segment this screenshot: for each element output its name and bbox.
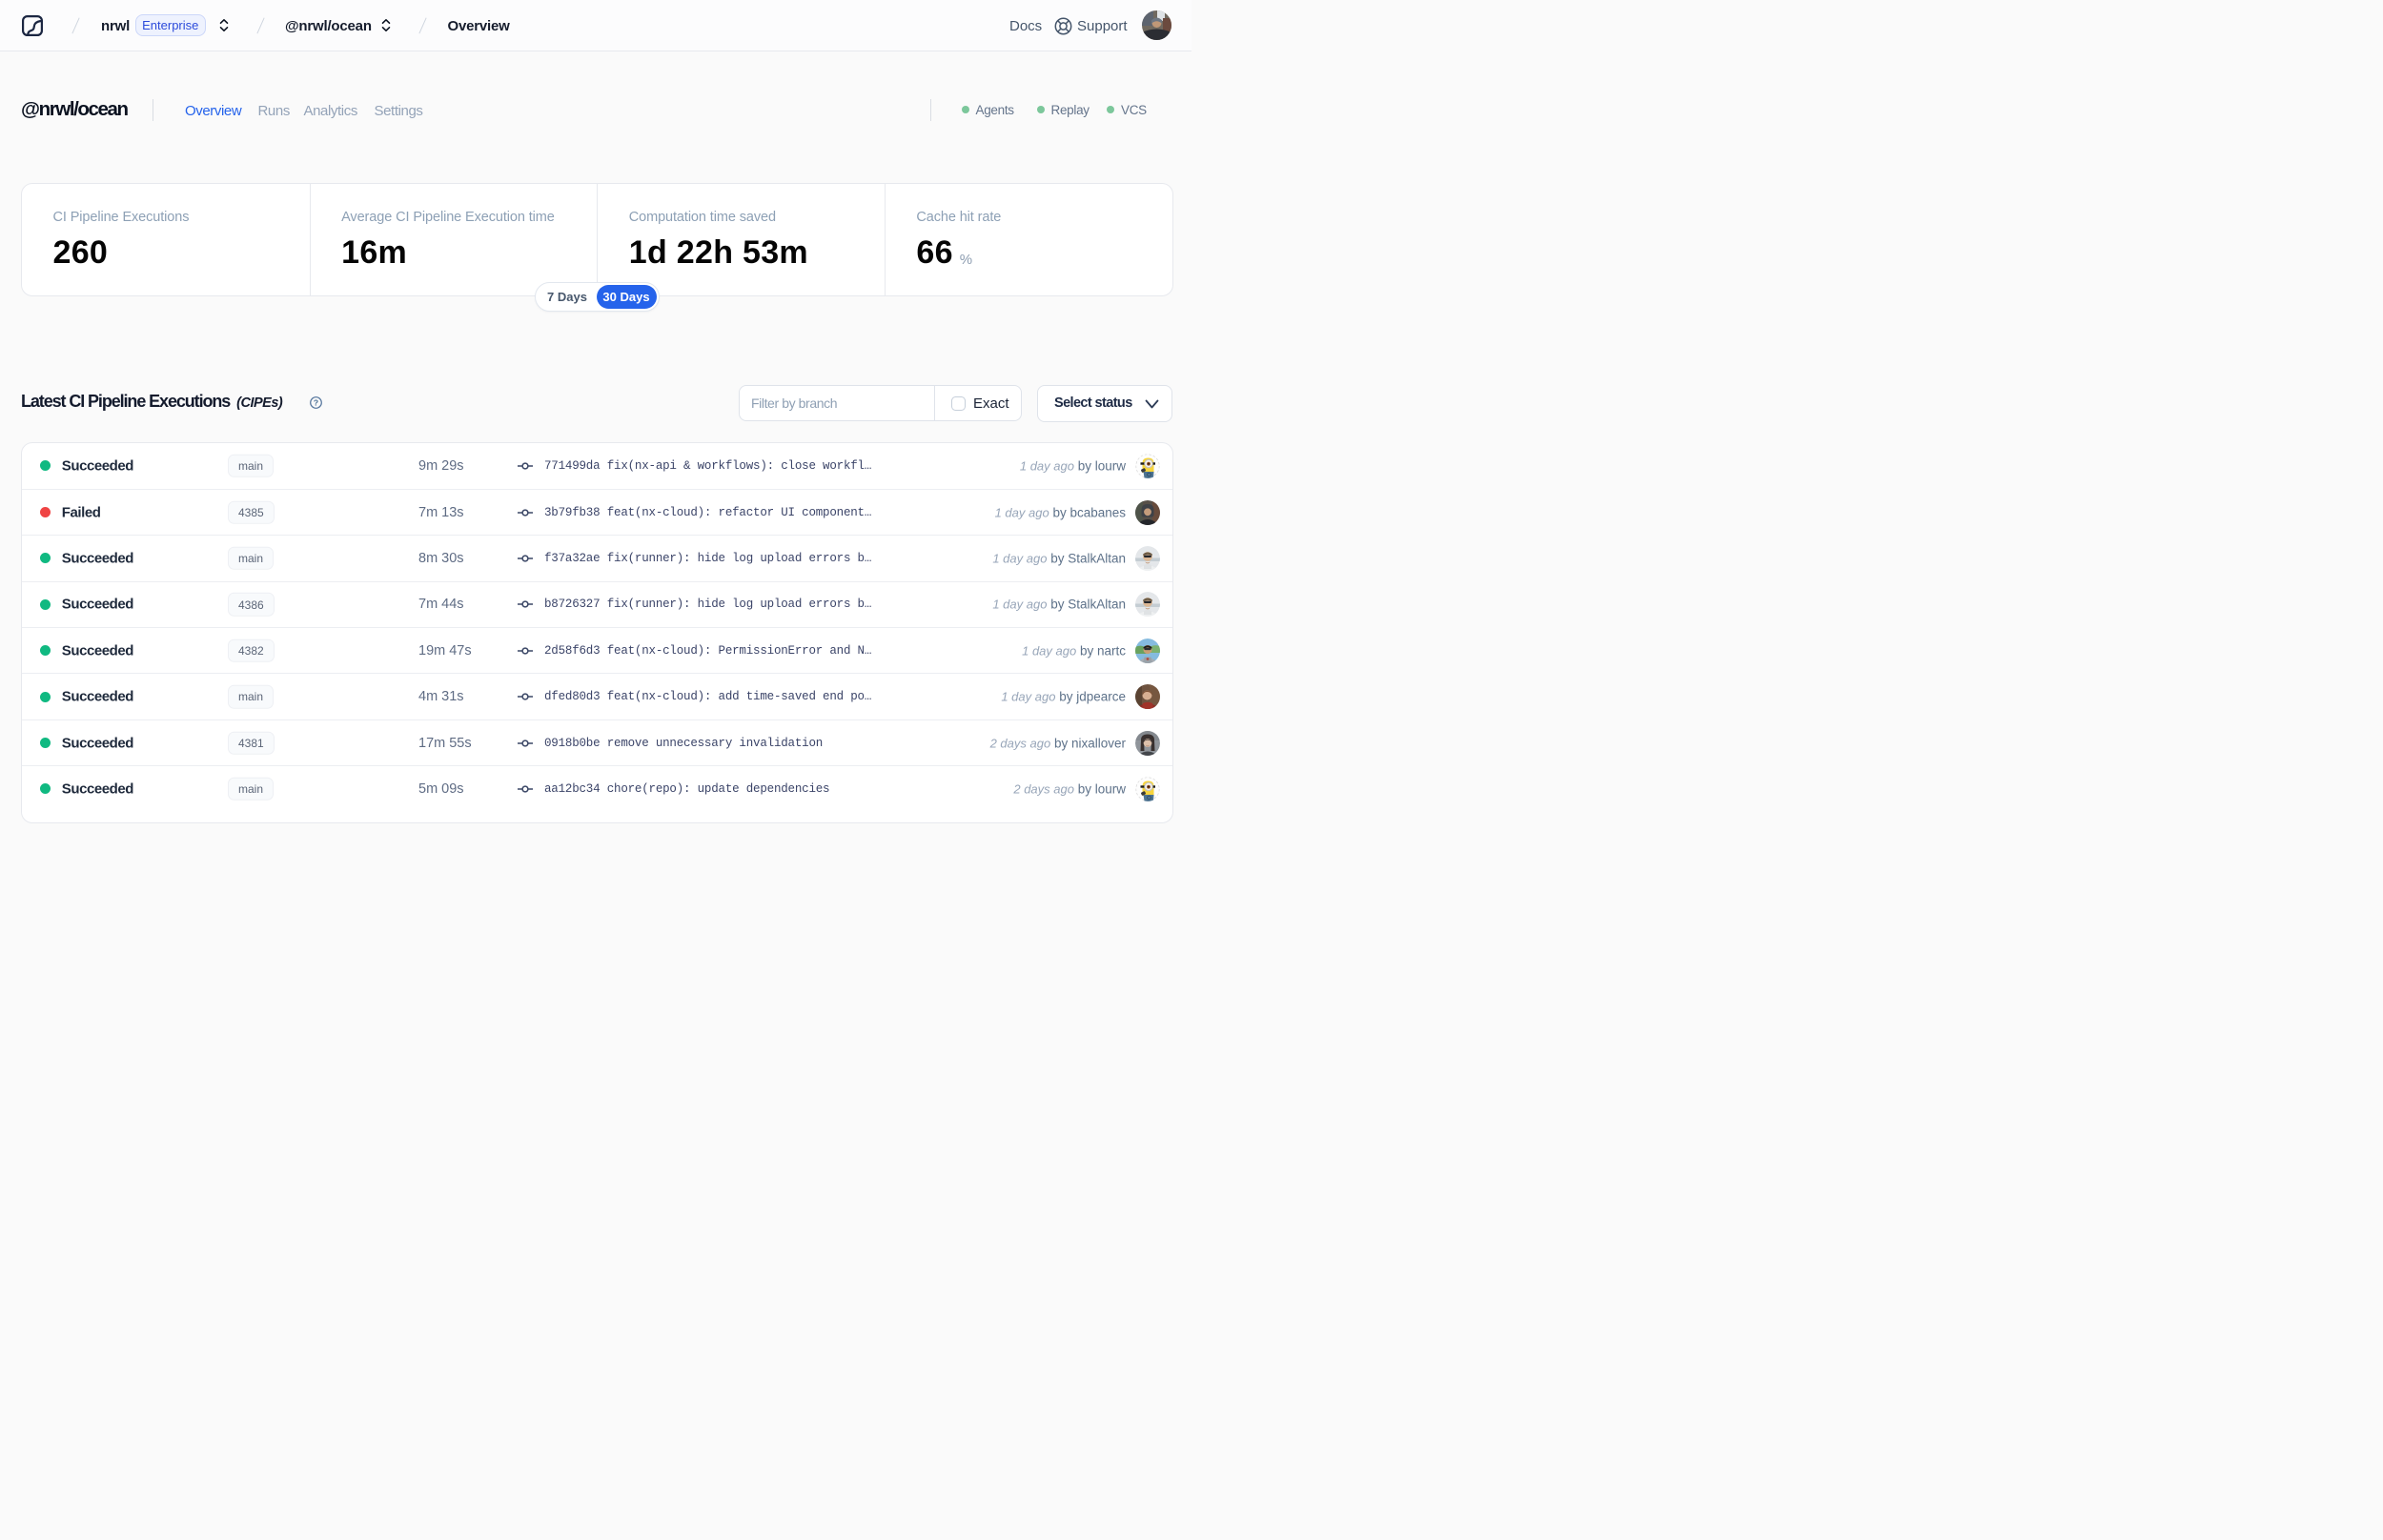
svg-text:?: ? bbox=[314, 397, 318, 407]
